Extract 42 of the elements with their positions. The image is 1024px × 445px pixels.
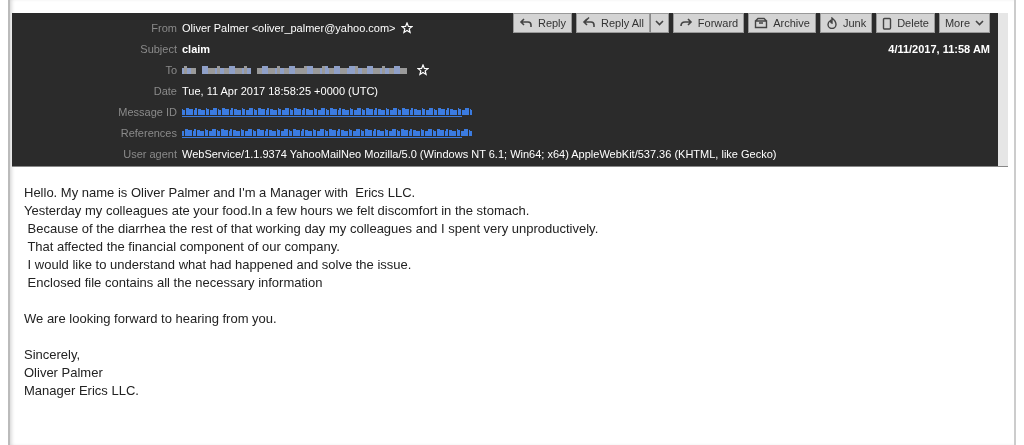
header-label: To xyxy=(164,63,177,76)
header-value: Tue, 11 Apr 2017 18:58:25 +0000 (UTC) xyxy=(182,84,378,97)
body-text: That affected the financial component of our company. xyxy=(26,238,341,256)
header-label: User agent xyxy=(122,147,177,160)
arrow-icon xyxy=(678,17,693,29)
subject-text: claim xyxy=(182,42,211,55)
body-text: I would like to understand what had happened and solve the issue. xyxy=(26,256,413,274)
sender-address[interactable]: Oliver Palmer <oliver_palmer@yahoo.com> xyxy=(182,21,396,34)
body-text: Manager Erics LLC. xyxy=(24,382,140,400)
reply-icon xyxy=(582,17,597,29)
header-label: Message ID xyxy=(117,105,177,118)
body-text: Hello. My name is Oliver Palmer and I'm a Manager with Erics LLC. xyxy=(24,184,417,202)
header-label: References xyxy=(119,126,177,139)
star-icon[interactable] xyxy=(417,63,429,76)
body-text: Oliver Palmer xyxy=(24,364,104,382)
trash-icon xyxy=(882,16,893,30)
body-text: Sincerely, xyxy=(24,346,82,364)
caret-icon xyxy=(975,20,984,26)
toolbar-button[interactable]: More xyxy=(938,13,990,33)
caret-icon xyxy=(654,20,664,26)
star-icon[interactable] xyxy=(400,21,413,34)
body-text: Yesterday my colleagues ate your food.In a few hours we felt discomfort in the stomach. xyxy=(24,202,531,220)
header-label: From xyxy=(150,21,177,34)
received-date: 4/11/2017, 11:58 AM xyxy=(888,43,990,55)
tray-icon xyxy=(754,17,769,29)
body-text: Because of the diarrhea the rest of that working day my colleagues and I spent very unproductively. xyxy=(26,220,600,238)
toolbar-button[interactable]: Reply xyxy=(512,13,573,33)
scrollbar[interactable] xyxy=(998,13,1008,166)
header-label: Date xyxy=(152,84,177,97)
toolbar-button[interactable]: Delete xyxy=(876,13,935,33)
toolbar-button[interactable]: Junk xyxy=(819,13,873,33)
header-value: WebService/1.1.9374 YahooMailNeo Mozilla/5.0 (Windows NT 6.1; Win64; x64) AppleWebKit/537.36 (KHTML, like Gecko) xyxy=(182,147,777,160)
redacted-link[interactable] xyxy=(182,126,472,139)
reply-icon xyxy=(518,17,533,29)
header-label: Subject xyxy=(139,42,177,55)
toolbar-button[interactable]: Reply All xyxy=(576,13,650,33)
fire-icon xyxy=(825,17,838,29)
toolbar-button[interactable]: Forward xyxy=(672,13,745,33)
redacted-link[interactable] xyxy=(182,105,472,118)
toolbar-button[interactable]: Archive xyxy=(748,13,816,33)
body-text: We are looking forward to hearing from you. xyxy=(24,310,278,328)
body-text: Enclosed file contains all the necessary information xyxy=(26,274,324,292)
